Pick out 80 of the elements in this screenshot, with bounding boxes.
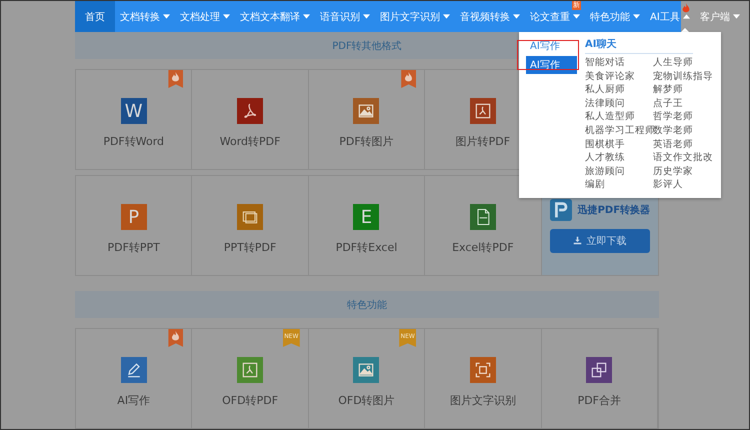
- caret-down-icon: [303, 14, 310, 19]
- nav-menu-item[interactable]: 特色功能: [585, 10, 645, 23]
- menu-item[interactable]: 点子王: [653, 96, 713, 110]
- caret-down-icon: [443, 14, 450, 19]
- tile-label: PDF转Excel: [336, 240, 398, 255]
- file-type-icon: P: [120, 204, 147, 230]
- menu-item[interactable]: 数学老师: [653, 124, 713, 138]
- menu-item[interactable]: 历史学家: [653, 164, 713, 178]
- tile-label: PDF合并: [578, 393, 622, 408]
- menu-item[interactable]: 解梦师: [653, 83, 713, 97]
- caret-down-icon: [223, 14, 230, 19]
- menu-item[interactable]: AI写作: [526, 56, 577, 74]
- nav-menu-item[interactable]: 音视频转换: [455, 10, 525, 23]
- menu-item[interactable]: 影评人: [653, 178, 713, 192]
- tool-tile[interactable]: W PDF转Word: [76, 70, 192, 169]
- menu-item[interactable]: 围棋棋手: [585, 138, 653, 152]
- menu-item[interactable]: 人生导师: [653, 56, 713, 70]
- menu-group-title: AI聊天: [585, 37, 693, 54]
- nav-menu-item[interactable]: 首页: [75, 1, 115, 32]
- app-logo-icon: [550, 198, 572, 220]
- caret-down-icon: [633, 14, 640, 19]
- section-title: PDF转其他格式: [332, 40, 402, 52]
- tile-label: OFD转图片: [338, 393, 395, 408]
- tile-label: 图片文字识别: [450, 393, 516, 408]
- tool-tile[interactable]: P PDF转PPT: [76, 176, 192, 275]
- tool-tile[interactable]: Word转PDF: [192, 70, 309, 169]
- nav-menu-item[interactable]: 语音识别: [315, 10, 375, 23]
- download-icon: [573, 236, 582, 245]
- menu-item[interactable]: 哲学老师: [653, 110, 713, 124]
- tool-tile[interactable]: E PDF转Excel: [308, 176, 426, 275]
- file-type-icon: E: [353, 204, 380, 230]
- section-title: 特色功能: [347, 298, 387, 312]
- annotation-rectangle: [517, 40, 579, 70]
- tile-label: PDF转Word: [103, 134, 164, 149]
- tile-label: 图片转PDF: [456, 134, 510, 149]
- menu-item[interactable]: 美食评论家: [585, 70, 653, 84]
- download-button[interactable]: 立即下载: [550, 228, 650, 252]
- tool-tile[interactable]: AI写作: [76, 329, 192, 428]
- menu-item[interactable]: 私人造型师: [585, 110, 653, 124]
- caret-down-icon: [163, 14, 170, 19]
- menu-item[interactable]: 人才教练: [585, 151, 653, 165]
- menu-item[interactable]: 私人厨师: [585, 83, 653, 97]
- caret-down-icon: [513, 14, 520, 19]
- tile-label: PDF转PPT: [107, 240, 160, 255]
- flame-icon: [682, 3, 690, 13]
- nav-menu-item[interactable]: 客户端: [694, 10, 745, 23]
- nav-menu-item[interactable]: AI工具: [645, 10, 695, 23]
- tile-label: OFD转PDF: [222, 393, 278, 408]
- flame-ribbon-icon: [401, 70, 416, 88]
- nav-menu-item[interactable]: 图片文字识别: [375, 10, 455, 23]
- menu-item[interactable]: 法律顾问: [585, 96, 653, 110]
- flame-ribbon-icon: [168, 329, 184, 347]
- tile-label: PPT转PDF: [224, 240, 276, 255]
- menu-item[interactable]: 旅游顾问: [585, 164, 653, 178]
- menu-item[interactable]: 语文作文批改: [653, 151, 713, 165]
- caret-down-icon: [363, 14, 370, 19]
- tool-tile[interactable]: PDF合并: [542, 329, 658, 428]
- caret-down-icon: [573, 14, 580, 19]
- tile-label: Excel转PDF: [452, 240, 514, 255]
- menu-item[interactable]: 智能对话: [585, 56, 653, 70]
- nav-menu-item[interactable]: 论文查重: [525, 10, 585, 23]
- menu-item[interactable]: 英语老师: [653, 138, 713, 152]
- nav-menu-item[interactable]: 文档文本翻译: [235, 10, 315, 23]
- menu-item[interactable]: 机器学习工程师: [585, 124, 653, 138]
- tool-tile[interactable]: PPT转PDF: [192, 176, 309, 275]
- nav-menu-item[interactable]: 文档处理: [175, 10, 235, 23]
- tile-label: PDF转图片: [339, 134, 394, 149]
- menu-item[interactable]: 宠物训练指导: [653, 70, 713, 84]
- menu-item[interactable]: 编剧: [585, 178, 653, 192]
- menu-group-title: AI写作: [529, 40, 561, 53]
- flame-ribbon-icon: [168, 70, 184, 88]
- promo-title: 迅捷PDF转换器: [578, 204, 650, 216]
- tool-tile[interactable]: 图片文字识别: [425, 329, 542, 428]
- tile-label: AI写作: [117, 393, 150, 408]
- tool-tile[interactable]: PDF转图片: [308, 70, 426, 169]
- caret-up-icon: [682, 14, 690, 19]
- file-type-icon: W: [120, 98, 147, 124]
- tile-label: Word转PDF: [220, 134, 280, 149]
- nav-menu-item[interactable]: 文档转换: [115, 10, 175, 23]
- caret-down-icon: [732, 14, 740, 19]
